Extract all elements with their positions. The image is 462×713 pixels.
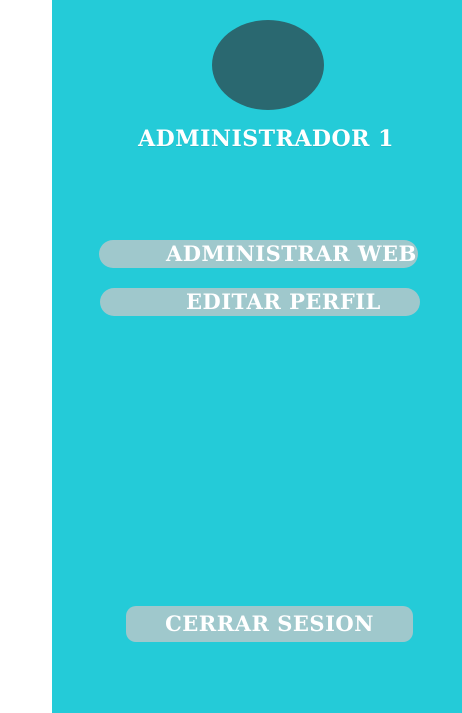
logout-button[interactable]: CERRAR SESION — [126, 606, 413, 642]
edit-profile-label: EDITAR PERFIL — [186, 289, 381, 314]
admin-web-button[interactable]: ADMINISTRAR WEB — [99, 240, 418, 268]
profile-name: ADMINISTRADOR 1 — [138, 126, 394, 152]
edit-profile-button[interactable]: EDITAR PERFIL — [100, 288, 420, 316]
page: ADMINISTRADOR 1 ADMINISTRAR WEB EDITAR P… — [0, 0, 462, 713]
avatar — [212, 20, 324, 110]
logout-label: CERRAR SESION — [165, 611, 374, 636]
side-panel: ADMINISTRADOR 1 ADMINISTRAR WEB EDITAR P… — [52, 0, 462, 713]
admin-web-label: ADMINISTRAR WEB — [166, 241, 417, 266]
